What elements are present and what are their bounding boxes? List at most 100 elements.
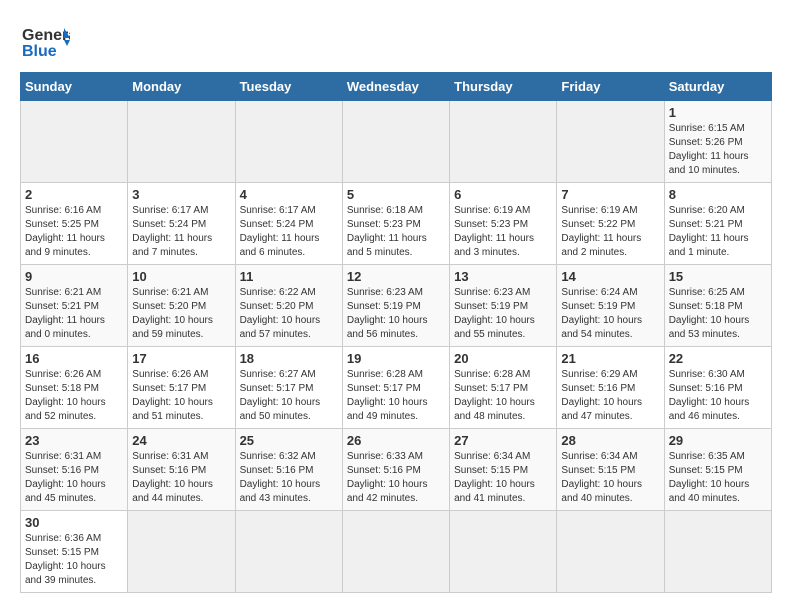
calendar-cell: 10 Sunrise: 6:21 AM Sunset: 5:20 PM Dayli… <box>128 265 235 347</box>
days-header-row: SundayMondayTuesdayWednesdayThursdayFrid… <box>21 73 772 101</box>
day-number: 12 <box>347 269 445 284</box>
calendar-cell: 11 Sunrise: 6:22 AM Sunset: 5:20 PM Dayli… <box>235 265 342 347</box>
calendar-cell: 15Sunrise: 6:25 AM Sunset: 5:18 PM Dayli… <box>664 265 771 347</box>
day-info: Sunrise: 6:21 AM Sunset: 5:21 PM Dayligh… <box>25 286 123 342</box>
day-info: Sunrise: 6:24 AM Sunset: 5:19 PM Dayligh… <box>561 286 659 342</box>
calendar-cell <box>664 511 771 593</box>
day-number: 23 <box>25 433 123 448</box>
calendar-cell <box>21 101 128 183</box>
day-number: 30 <box>25 515 123 530</box>
calendar-week-4: 16 Sunrise: 6:26 AM Sunset: 5:18 PM Dayli… <box>21 347 772 429</box>
calendar-cell: 8Sunrise: 6:20 AM Sunset: 5:21 PM Daylig… <box>664 183 771 265</box>
calendar-week-3: 9 Sunrise: 6:21 AM Sunset: 5:21 PM Daylig… <box>21 265 772 347</box>
calendar-cell: 27 Sunrise: 6:34 AM Sunset: 5:15 PM Dayli… <box>450 429 557 511</box>
day-info: Sunrise: 6:26 AM Sunset: 5:18 PM Dayligh… <box>25 368 123 424</box>
day-number: 18 <box>240 351 338 366</box>
header: General Blue <box>20 20 772 62</box>
day-header-tuesday: Tuesday <box>235 73 342 101</box>
day-number: 24 <box>132 433 230 448</box>
calendar-cell: 26 Sunrise: 6:33 AM Sunset: 5:16 PM Dayli… <box>342 429 449 511</box>
calendar-table: SundayMondayTuesdayWednesdayThursdayFrid… <box>20 72 772 593</box>
day-number: 5 <box>347 187 445 202</box>
day-header-monday: Monday <box>128 73 235 101</box>
day-number: 3 <box>132 187 230 202</box>
day-info: Sunrise: 6:20 AM Sunset: 5:21 PM Dayligh… <box>669 204 767 260</box>
calendar-week-1: 1 Sunrise: 6:15 AM Sunset: 5:26 PM Daylig… <box>21 101 772 183</box>
day-number: 19 <box>347 351 445 366</box>
day-number: 9 <box>25 269 123 284</box>
day-info: Sunrise: 6:33 AM Sunset: 5:16 PM Dayligh… <box>347 450 445 506</box>
calendar-cell <box>128 101 235 183</box>
day-info: Sunrise: 6:15 AM Sunset: 5:26 PM Dayligh… <box>669 122 767 178</box>
day-header-saturday: Saturday <box>664 73 771 101</box>
calendar-cell: 7Sunrise: 6:19 AM Sunset: 5:22 PM Daylig… <box>557 183 664 265</box>
calendar-cell <box>235 511 342 593</box>
calendar-cell: 12 Sunrise: 6:23 AM Sunset: 5:19 PM Dayli… <box>342 265 449 347</box>
day-header-thursday: Thursday <box>450 73 557 101</box>
day-number: 20 <box>454 351 552 366</box>
calendar-cell: 9 Sunrise: 6:21 AM Sunset: 5:21 PM Daylig… <box>21 265 128 347</box>
calendar-cell <box>450 101 557 183</box>
logo-svg: General Blue <box>20 20 70 62</box>
day-info: Sunrise: 6:25 AM Sunset: 5:18 PM Dayligh… <box>669 286 767 342</box>
calendar-cell: 2 Sunrise: 6:16 AM Sunset: 5:25 PM Daylig… <box>21 183 128 265</box>
day-number: 2 <box>25 187 123 202</box>
day-number: 27 <box>454 433 552 448</box>
day-info: Sunrise: 6:18 AM Sunset: 5:23 PM Dayligh… <box>347 204 445 260</box>
calendar-cell: 16 Sunrise: 6:26 AM Sunset: 5:18 PM Dayli… <box>21 347 128 429</box>
day-info: Sunrise: 6:31 AM Sunset: 5:16 PM Dayligh… <box>25 450 123 506</box>
calendar-cell: 30Sunrise: 6:36 AM Sunset: 5:15 PM Dayli… <box>21 511 128 593</box>
calendar-cell: 29Sunrise: 6:35 AM Sunset: 5:15 PM Dayli… <box>664 429 771 511</box>
day-number: 25 <box>240 433 338 448</box>
calendar-week-6: 30Sunrise: 6:36 AM Sunset: 5:15 PM Dayli… <box>21 511 772 593</box>
day-info: Sunrise: 6:16 AM Sunset: 5:25 PM Dayligh… <box>25 204 123 260</box>
day-info: Sunrise: 6:31 AM Sunset: 5:16 PM Dayligh… <box>132 450 230 506</box>
calendar-cell <box>235 101 342 183</box>
calendar-cell <box>128 511 235 593</box>
day-header-friday: Friday <box>557 73 664 101</box>
calendar-cell: 20Sunrise: 6:28 AM Sunset: 5:17 PM Dayli… <box>450 347 557 429</box>
calendar-cell: 17 Sunrise: 6:26 AM Sunset: 5:17 PM Dayli… <box>128 347 235 429</box>
day-number: 4 <box>240 187 338 202</box>
day-info: Sunrise: 6:35 AM Sunset: 5:15 PM Dayligh… <box>669 450 767 506</box>
day-number: 22 <box>669 351 767 366</box>
day-info: Sunrise: 6:28 AM Sunset: 5:17 PM Dayligh… <box>347 368 445 424</box>
day-info: Sunrise: 6:26 AM Sunset: 5:17 PM Dayligh… <box>132 368 230 424</box>
day-info: Sunrise: 6:21 AM Sunset: 5:20 PM Dayligh… <box>132 286 230 342</box>
svg-text:General: General <box>22 27 70 44</box>
day-info: Sunrise: 6:29 AM Sunset: 5:16 PM Dayligh… <box>561 368 659 424</box>
day-number: 28 <box>561 433 659 448</box>
day-info: Sunrise: 6:30 AM Sunset: 5:16 PM Dayligh… <box>669 368 767 424</box>
day-info: Sunrise: 6:34 AM Sunset: 5:15 PM Dayligh… <box>454 450 552 506</box>
calendar-week-5: 23 Sunrise: 6:31 AM Sunset: 5:16 PM Dayli… <box>21 429 772 511</box>
day-info: Sunrise: 6:23 AM Sunset: 5:19 PM Dayligh… <box>347 286 445 342</box>
day-info: Sunrise: 6:17 AM Sunset: 5:24 PM Dayligh… <box>240 204 338 260</box>
calendar-cell: 24 Sunrise: 6:31 AM Sunset: 5:16 PM Dayli… <box>128 429 235 511</box>
day-number: 16 <box>25 351 123 366</box>
calendar-cell <box>450 511 557 593</box>
calendar-cell: 25 Sunrise: 6:32 AM Sunset: 5:16 PM Dayli… <box>235 429 342 511</box>
calendar-cell: 23 Sunrise: 6:31 AM Sunset: 5:16 PM Dayli… <box>21 429 128 511</box>
day-number: 17 <box>132 351 230 366</box>
day-info: Sunrise: 6:22 AM Sunset: 5:20 PM Dayligh… <box>240 286 338 342</box>
day-number: 10 <box>132 269 230 284</box>
calendar-cell: 6 Sunrise: 6:19 AM Sunset: 5:23 PM Daylig… <box>450 183 557 265</box>
calendar-cell <box>557 101 664 183</box>
day-info: Sunrise: 6:32 AM Sunset: 5:16 PM Dayligh… <box>240 450 338 506</box>
calendar-cell: 22 Sunrise: 6:30 AM Sunset: 5:16 PM Dayli… <box>664 347 771 429</box>
day-number: 26 <box>347 433 445 448</box>
calendar-cell: 21Sunrise: 6:29 AM Sunset: 5:16 PM Dayli… <box>557 347 664 429</box>
day-number: 1 <box>669 105 767 120</box>
day-info: Sunrise: 6:19 AM Sunset: 5:23 PM Dayligh… <box>454 204 552 260</box>
day-info: Sunrise: 6:34 AM Sunset: 5:15 PM Dayligh… <box>561 450 659 506</box>
day-number: 13 <box>454 269 552 284</box>
calendar-cell: 14 Sunrise: 6:24 AM Sunset: 5:19 PM Dayli… <box>557 265 664 347</box>
day-number: 11 <box>240 269 338 284</box>
day-info: Sunrise: 6:19 AM Sunset: 5:22 PM Dayligh… <box>561 204 659 260</box>
calendar-cell: 13 Sunrise: 6:23 AM Sunset: 5:19 PM Dayli… <box>450 265 557 347</box>
day-number: 14 <box>561 269 659 284</box>
calendar-cell: 4 Sunrise: 6:17 AM Sunset: 5:24 PM Daylig… <box>235 183 342 265</box>
day-info: Sunrise: 6:23 AM Sunset: 5:19 PM Dayligh… <box>454 286 552 342</box>
day-number: 6 <box>454 187 552 202</box>
svg-text:Blue: Blue <box>22 43 57 60</box>
